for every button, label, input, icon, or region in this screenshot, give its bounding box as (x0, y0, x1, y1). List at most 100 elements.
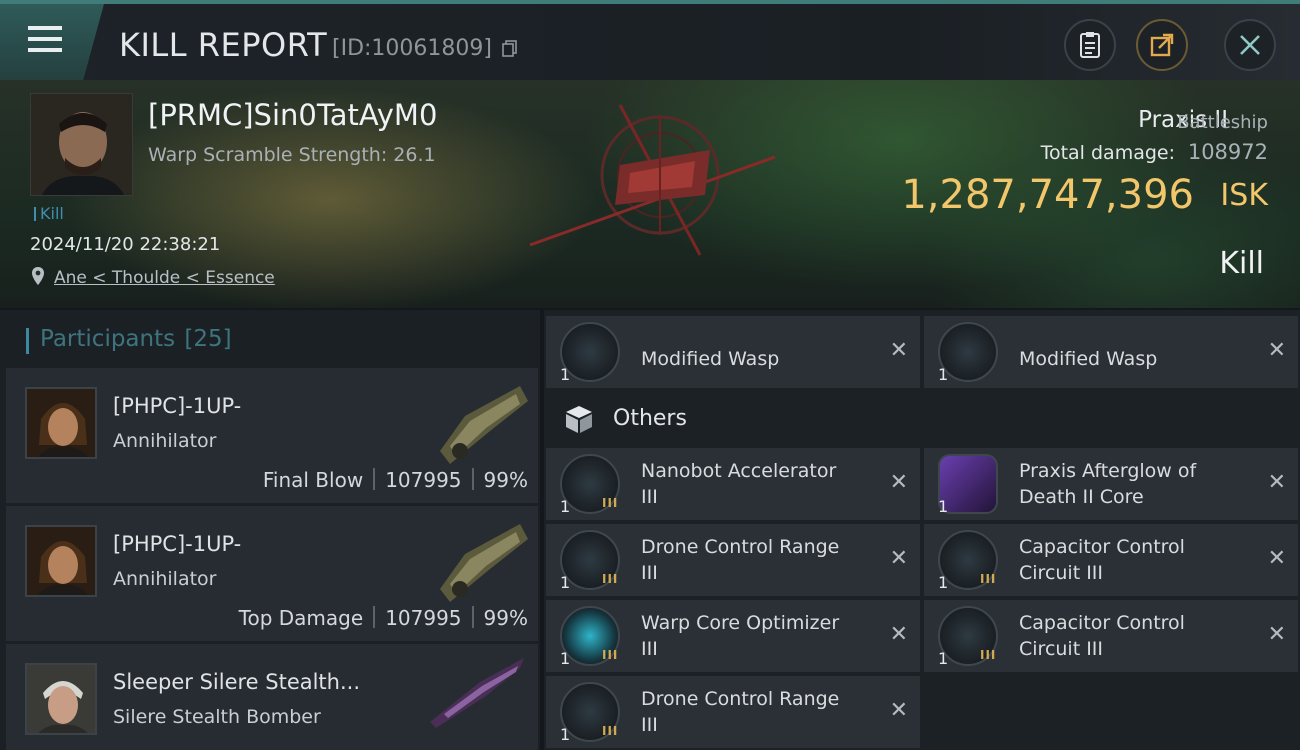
participant-damage: 107995 (385, 468, 462, 492)
participant-name[interactable]: [PHPC]-1UP- (113, 394, 241, 418)
remove-icon[interactable]: ✕ (1268, 546, 1286, 571)
divider (373, 606, 376, 628)
item-name-line: Capacitor Control (1019, 536, 1185, 558)
share-icon (1150, 33, 1174, 57)
item-quantity: 1 (560, 573, 571, 592)
kill-location-link[interactable]: Ane < Thoulde < Essence (54, 268, 275, 288)
victim-ship-class: Battleship (1177, 112, 1268, 133)
participant-card[interactable]: Sleeper Silere Stealth... Silere Stealth… (6, 644, 538, 750)
location-pin-icon (32, 267, 44, 285)
item-quantity: 1 (938, 573, 949, 592)
participant-stats: Final Blow 107995 99% (263, 468, 528, 492)
participant-name[interactable]: Sleeper Silere Stealth... (113, 670, 360, 694)
item-row[interactable]: 1 Modified Wasp ✕ (546, 316, 920, 388)
copy-icon[interactable] (502, 40, 518, 58)
participants-panel: Participants [25] [PHPC]-1UP- Annihilato… (0, 310, 540, 750)
total-damage-value: 108972 (1187, 140, 1268, 164)
item-quantity: 1 (938, 497, 949, 516)
item-quantity: 1 (560, 365, 571, 384)
meta-level-badge: III (602, 572, 619, 586)
item-name-line: Praxis Afterglow of (1019, 460, 1197, 482)
meta-level-badge: III (980, 572, 997, 586)
participant-ship-image (430, 658, 524, 728)
participant-portrait (25, 525, 97, 597)
item-name: Warp Core Optimizer III (641, 610, 839, 662)
item-name-line: III (641, 486, 658, 508)
item-row[interactable]: 1 III Drone Control Range III ✕ (546, 676, 920, 748)
item-name: Capacitor Control Circuit III (1019, 534, 1185, 586)
meta-level-badge: III (980, 648, 997, 662)
item-name-line: Capacitor Control (1019, 612, 1185, 634)
meta-level-badge: III (602, 724, 619, 738)
remove-icon[interactable]: ✕ (890, 546, 908, 571)
item-name-line: Warp Core Optimizer (641, 612, 840, 634)
victim-name[interactable]: [PRMC]Sin0TatAyM0 (148, 98, 437, 132)
participant-role: Final Blow (262, 468, 364, 492)
item-name-line: Circuit III (1019, 562, 1104, 584)
item-name-line: Death II Core (1019, 486, 1144, 508)
remove-icon[interactable]: ✕ (890, 338, 908, 363)
item-name-line: Nanobot Accelerator (641, 460, 837, 482)
item-quantity: 1 (560, 497, 571, 516)
remove-icon[interactable]: ✕ (1268, 338, 1286, 363)
item-row[interactable]: 1 III Nanobot Accelerator III ✕ (546, 448, 920, 520)
participant-portrait (25, 663, 97, 735)
participant-role: Top Damage (238, 606, 364, 630)
item-quantity: 1 (938, 365, 949, 384)
participant-percent: 99% (483, 468, 528, 492)
participant-name[interactable]: [PHPC]-1UP- (113, 532, 241, 556)
item-row[interactable]: 1 III Warp Core Optimizer III ✕ (546, 600, 920, 672)
item-row[interactable]: 1 III Drone Control Range III ✕ (546, 524, 920, 596)
remove-icon[interactable]: ✕ (1268, 470, 1286, 495)
item-name-line: III (641, 562, 658, 584)
dropped-items-panel: 1 Modified Wasp ✕ 1 Modified Wasp ✕ Othe… (544, 310, 1300, 750)
item-name-line: Drone Control Range (641, 536, 840, 558)
page-title: KILL REPORT (119, 26, 328, 64)
close-button[interactable] (1224, 19, 1276, 71)
share-button[interactable] (1136, 19, 1188, 71)
item-name-line: Drone Control Range (641, 688, 840, 710)
remove-icon[interactable]: ✕ (890, 698, 908, 723)
item-row[interactable]: 1 Modified Wasp ✕ (924, 316, 1298, 388)
remove-icon[interactable]: ✕ (890, 470, 908, 495)
total-damage-label: Total damage: (1040, 142, 1175, 164)
header-bar: KILL REPORT [ID:10061809] (0, 0, 1300, 80)
participant-card[interactable]: [PHPC]-1UP- Annihilator Final Blow 10799… (6, 368, 538, 503)
item-name-line: III (641, 638, 658, 660)
remove-icon[interactable]: ✕ (1268, 622, 1286, 647)
menu-icon-bar (28, 48, 62, 52)
report-id: [ID:10061809] (332, 36, 492, 61)
participant-card[interactable]: [PHPC]-1UP- Annihilator Top Damage 10799… (6, 506, 538, 641)
item-quantity: 1 (560, 725, 571, 744)
participant-ship: Annihilator (113, 568, 217, 590)
participant-ship-image (440, 524, 528, 602)
divider (373, 468, 376, 490)
menu-button[interactable] (0, 4, 104, 80)
item-name: Capacitor Control Circuit III (1019, 610, 1185, 662)
clipboard-icon (1080, 32, 1100, 58)
item-row[interactable]: 1 Praxis Afterglow of Death II Core ✕ (924, 448, 1298, 520)
participant-ship-image (440, 386, 528, 464)
participants-heading: Participants [25] (26, 326, 232, 354)
participants-count: [25] (184, 326, 232, 352)
participants-title: Participants (40, 326, 176, 352)
participant-ship: Annihilator (113, 430, 217, 452)
warp-scramble-strength: Warp Scramble Strength: 26.1 (148, 144, 436, 166)
participant-ship: Silere Stealth Bomber (113, 706, 321, 728)
victim-portrait[interactable] (30, 93, 133, 196)
item-name: Modified Wasp (641, 348, 780, 370)
kill-timestamp: 2024/11/20 22:38:21 (30, 234, 221, 255)
item-row[interactable]: 1 III Capacitor Control Circuit III ✕ (924, 600, 1298, 672)
meta-level-badge: III (602, 648, 619, 662)
remove-icon[interactable]: ✕ (890, 622, 908, 647)
isk-value: 1,287,747,396 (901, 172, 1194, 218)
item-name: Drone Control Range III (641, 534, 839, 586)
victim-ship-image (529, 104, 776, 256)
item-row[interactable]: 1 III Capacitor Control Circuit III ✕ (924, 524, 1298, 596)
divider (471, 606, 474, 628)
divider (471, 468, 474, 490)
kill-tag: Kill (34, 204, 64, 223)
others-section-header: Others (544, 390, 1300, 446)
meta-level-badge: III (602, 496, 619, 510)
clipboard-button[interactable] (1064, 19, 1116, 71)
